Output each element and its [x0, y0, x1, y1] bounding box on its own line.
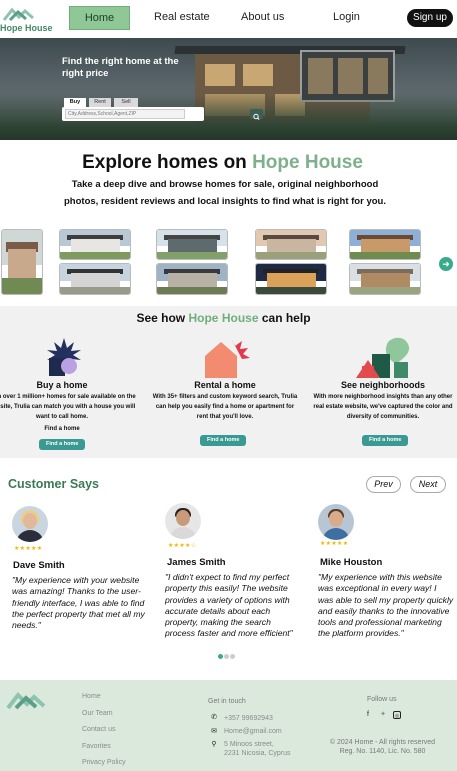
footer-logo-icon[interactable]: [6, 690, 54, 710]
avatar: [318, 504, 354, 540]
facebook-icon[interactable]: f: [364, 711, 372, 719]
gallery-next-button[interactable]: ➜: [439, 257, 453, 271]
logo-house-icon: [2, 7, 34, 22]
nav-home[interactable]: Home: [69, 6, 130, 30]
tab-rent[interactable]: Rent: [89, 98, 111, 107]
nav-real-estate[interactable]: Real estate: [154, 11, 210, 23]
help-card-text: With over 1 million+ homes for sale avai…: [0, 394, 136, 420]
rating-stars: ★★★★★: [320, 541, 349, 547]
review-quote: "My experience with this website was exc…: [318, 572, 454, 639]
gallery-image[interactable]: [1, 229, 43, 295]
arrow-right-icon: ➜: [442, 259, 450, 269]
footer-link-privacy[interactable]: Privacy Policy: [82, 759, 126, 766]
nav-login[interactable]: Login: [333, 11, 360, 23]
help-card-heading: Buy a home: [36, 380, 88, 390]
help-card-buy: Buy a home With over 1 million+ homes fo…: [0, 336, 137, 434]
help-card-text: With more neighborhood insights than any…: [313, 394, 453, 420]
logo-text: Hope House: [0, 23, 53, 33]
location-icon: ⚲: [211, 741, 217, 748]
avatar: [12, 506, 48, 542]
contact-address-line2: 2231 Nicosia, Cyprus: [224, 750, 291, 757]
gallery-image[interactable]: [349, 229, 421, 260]
gallery-image[interactable]: [59, 263, 131, 295]
top-nav: Hope House Home Real estate About us Log…: [0, 0, 457, 38]
gallery-image[interactable]: [59, 229, 131, 260]
mail-icon: ✉: [211, 728, 217, 735]
help-title-prefix: See how: [136, 311, 186, 325]
explore-title-prefix: Explore homes on: [82, 152, 247, 173]
copyright-line1: © 2024 Home - All rights reserved: [329, 739, 436, 746]
next-button[interactable]: Next: [410, 476, 446, 493]
footer-link-contact[interactable]: Contact us: [82, 726, 115, 733]
nav-about-us[interactable]: About us: [241, 11, 284, 23]
explore-title: Explore homes on Hope House: [0, 152, 445, 174]
help-title: See how Hope House can help: [0, 311, 447, 325]
contact-email[interactable]: Home@gmail.com: [224, 727, 282, 736]
twitter-icon[interactable]: ✦: [379, 711, 387, 719]
gallery-image[interactable]: [156, 229, 228, 260]
contact-heading: Get in touch: [208, 698, 246, 705]
customer-says-title: Customer Says: [8, 477, 100, 491]
phone-icon: ✆: [211, 714, 217, 721]
review-quote: "I didn't expect to find my perfect prop…: [165, 572, 293, 639]
tab-sell[interactable]: Sell: [114, 98, 138, 107]
signup-button[interactable]: Sign up: [407, 9, 453, 27]
search-button[interactable]: [250, 109, 263, 120]
rating-stars: ★★★★☆: [168, 543, 197, 549]
search-icon: [253, 113, 260, 120]
logo[interactable]: Hope House: [0, 6, 56, 34]
help-card-extra: Find a home: [44, 426, 80, 432]
instagram-icon[interactable]: ◎: [393, 711, 401, 719]
help-card-heading: Rental a home: [194, 380, 256, 390]
help-title-brand: Hope House: [188, 311, 259, 325]
copyright-line2: Reg. No. 1140, Lic. No. 580: [339, 748, 426, 755]
carousel-dot[interactable]: [224, 654, 229, 659]
copyright: © 2024 Home - All rights reserved Reg. N…: [315, 738, 450, 756]
gallery-image[interactable]: [255, 263, 327, 295]
help-card-text: With 35+ filters and custom keyword sear…: [152, 394, 298, 420]
help-card-neighborhoods: See neighborhoods With more neighborhood…: [308, 336, 457, 422]
help-card-heading: See neighborhoods: [340, 380, 425, 390]
footer-link-our-team[interactable]: Our Team: [82, 710, 113, 717]
contact-phone[interactable]: +357 99692943: [224, 714, 273, 723]
hero-title: Find the right home at the right price: [62, 56, 179, 79]
find-home-button-neighborhoods[interactable]: Find a home: [362, 435, 409, 446]
search-box: [62, 107, 263, 121]
help-title-suffix: can help: [261, 311, 311, 325]
help-card-rent: Rental a home With 35+ filters and custo…: [150, 336, 300, 422]
gallery-image[interactable]: [156, 263, 228, 295]
gallery-image[interactable]: [255, 229, 327, 260]
contact-address-line1: 5 Minoos street,: [224, 741, 274, 748]
help-section: See how Hope House can help Buy a home W…: [0, 306, 457, 458]
neighborhoods-icon: [308, 336, 457, 378]
explore-title-brand: Hope House: [252, 152, 363, 173]
search-input[interactable]: [65, 109, 185, 119]
footer-link-home[interactable]: Home: [82, 693, 101, 700]
rental-home-icon: [150, 336, 300, 378]
rating-stars: ★★★★★: [14, 546, 43, 552]
reviewer-name: Dave Smith: [13, 560, 65, 571]
review-quote: "My experience with your website was ama…: [12, 575, 145, 631]
find-home-button-rent[interactable]: Find a home: [200, 435, 247, 446]
avatar: [165, 503, 201, 539]
reviewer-name: James Smith: [167, 557, 226, 568]
prev-button[interactable]: Prev: [366, 476, 401, 493]
follow-heading: Follow us: [367, 696, 397, 703]
tab-buy[interactable]: Buy: [64, 98, 86, 107]
hero-banner: Find the right home at the right price B…: [0, 38, 457, 140]
buy-home-icon: [0, 336, 137, 378]
gallery-image[interactable]: [349, 263, 421, 295]
footer-link-favorites[interactable]: Favorites: [82, 743, 111, 750]
explore-subtitle: Take a deep dive and browse homes for sa…: [64, 179, 386, 207]
find-home-button-buy[interactable]: Find a home: [39, 439, 86, 450]
carousel-dot-active[interactable]: [218, 654, 223, 659]
reviewer-name: Mike Houston: [320, 557, 383, 568]
carousel-dot[interactable]: [230, 654, 235, 659]
